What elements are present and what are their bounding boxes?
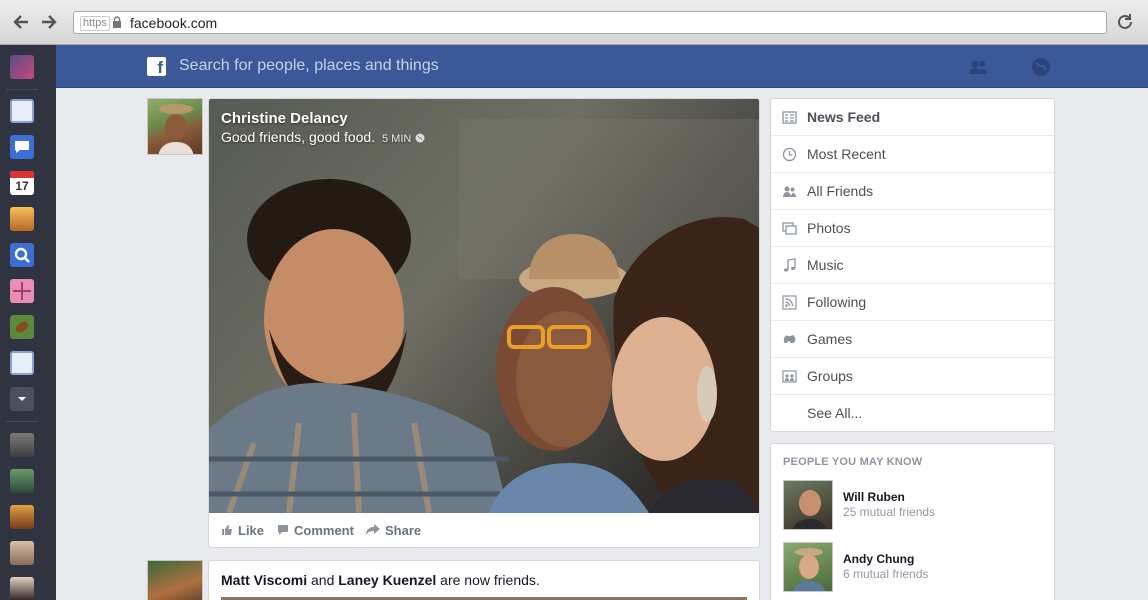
groups-icon	[782, 369, 797, 384]
person-name[interactable]: Will Ruben	[843, 490, 905, 504]
friend-name-link[interactable]: Matt Viscomi	[221, 572, 307, 588]
story-timestamp[interactable]: 5 MIN	[382, 133, 411, 145]
author-avatar[interactable]	[147, 98, 203, 155]
rss-icon	[782, 295, 797, 310]
like-button[interactable]: Like	[221, 523, 264, 538]
facebook-logo[interactable]: f	[147, 57, 166, 77]
url-scheme: https	[80, 16, 110, 31]
friend-story-avatar[interactable]	[147, 560, 203, 600]
globe-privacy-icon[interactable]	[415, 130, 425, 143]
nav-label: Photos	[807, 220, 851, 236]
nav-label: Music	[807, 257, 844, 273]
notifications-globe-icon[interactable]	[1030, 56, 1052, 78]
photos-app-icon[interactable]	[10, 207, 34, 231]
story-text: Good friends, good food. 5 MIN	[221, 129, 425, 145]
story-actions: Like Comment Share	[209, 513, 759, 547]
profile-avatar[interactable]	[10, 55, 34, 79]
nav-item-photos[interactable]: Photos	[771, 210, 1054, 247]
like-label: Like	[238, 523, 265, 538]
nav-label: Most Recent	[807, 146, 886, 162]
music-note-icon	[782, 258, 797, 273]
nav-label: Following	[807, 294, 867, 310]
story-suffix-text: are now friends.	[440, 572, 540, 588]
feed-story: Christine Delancy Good friends, good foo…	[208, 98, 760, 548]
dock-divider	[6, 89, 38, 90]
gamepad-icon	[782, 332, 797, 347]
nav-item-music[interactable]: Music	[771, 247, 1054, 284]
back-arrow-icon[interactable]	[10, 11, 32, 33]
comment-button[interactable]: Comment	[277, 523, 354, 538]
nav-item-groups[interactable]: Groups	[771, 358, 1054, 395]
forward-arrow-icon[interactable]	[38, 11, 60, 33]
friends-icon	[782, 184, 797, 199]
calendar-day: 17	[15, 179, 29, 193]
dock-divider	[6, 421, 38, 422]
calendar-app-icon[interactable]: 17	[10, 171, 34, 195]
nav-label: All Friends	[807, 183, 874, 199]
comment-icon	[277, 524, 289, 536]
pymk-person[interactable]: Andy Chung 6 mutual friends	[783, 542, 1043, 592]
nav-item-following[interactable]: Following	[771, 284, 1054, 321]
people-you-may-know: PEOPLE YOU MAY KNOW Will Ruben 25 mutual…	[770, 443, 1055, 600]
conjunction-text: and	[311, 572, 335, 588]
nav-label: Games	[807, 331, 853, 347]
pymk-person[interactable]: Will Ruben 25 mutual friends	[783, 480, 1043, 530]
person-name[interactable]: Andy Chung	[843, 552, 914, 566]
friend-avatar[interactable]	[10, 505, 34, 529]
news-feed-app-icon[interactable]	[10, 99, 34, 123]
nav-label: See All...	[807, 405, 863, 421]
share-label: Share	[385, 523, 422, 538]
friend-avatar[interactable]	[10, 577, 34, 600]
game-app-icon[interactable]	[10, 315, 34, 339]
person-avatar[interactable]	[783, 480, 833, 530]
url-text: facebook.com	[130, 15, 218, 31]
app-dock: 17	[0, 45, 56, 600]
messages-app-icon[interactable]	[10, 135, 34, 159]
feed-story: Matt Viscomi and Laney Kuenzel are now f…	[208, 560, 760, 600]
nav-item-see-all[interactable]: See All...	[771, 395, 1054, 432]
comment-label: Comment	[294, 523, 354, 538]
photos-icon	[782, 221, 797, 236]
nav-item-games[interactable]: Games	[771, 321, 1054, 358]
notes-app-icon[interactable]	[10, 351, 34, 375]
story-author[interactable]: Christine Delancy	[221, 110, 348, 127]
share-button[interactable]: Share	[366, 523, 421, 538]
nav-label: News Feed	[807, 109, 881, 125]
address-bar[interactable]: https facebook.com	[73, 11, 1107, 34]
mutual-friends-count[interactable]: 25 mutual friends	[843, 505, 935, 519]
lock-icon	[112, 16, 122, 29]
nav-label: Groups	[807, 368, 853, 384]
chevron-down-icon[interactable]	[10, 387, 34, 411]
gift-app-icon[interactable]	[10, 279, 34, 303]
friend-name-link[interactable]: Laney Kuenzel	[338, 572, 436, 588]
news-feed-icon	[782, 110, 797, 125]
friend-requests-icon[interactable]	[967, 56, 989, 78]
person-avatar[interactable]	[783, 542, 833, 592]
facebook-header: f Search for people, places and things	[56, 45, 1148, 88]
clock-icon	[782, 147, 797, 162]
nav-item-news-feed[interactable]: News Feed	[771, 99, 1054, 136]
reload-icon[interactable]	[1115, 12, 1135, 32]
story-photo[interactable]	[209, 99, 759, 515]
nav-item-all-friends[interactable]: All Friends	[771, 173, 1054, 210]
nav-item-most-recent[interactable]: Most Recent	[771, 136, 1054, 173]
search-app-icon[interactable]	[10, 243, 34, 267]
story-message: Good friends, good food.	[221, 129, 376, 145]
friend-avatar[interactable]	[10, 433, 34, 457]
search-input[interactable]: Search for people, places and things	[179, 57, 439, 75]
friend-avatar[interactable]	[10, 541, 34, 565]
friend-avatar[interactable]	[10, 469, 34, 493]
right-navigation: News Feed Most Recent All Friends Photos…	[770, 98, 1055, 432]
friendship-story-text: Matt Viscomi and Laney Kuenzel are now f…	[221, 572, 540, 588]
browser-toolbar: https facebook.com	[0, 0, 1148, 45]
share-arrow-icon	[366, 524, 380, 536]
mutual-friends-count[interactable]: 6 mutual friends	[843, 567, 928, 581]
pymk-title: PEOPLE YOU MAY KNOW	[783, 456, 923, 468]
thumbs-up-icon	[221, 524, 233, 536]
